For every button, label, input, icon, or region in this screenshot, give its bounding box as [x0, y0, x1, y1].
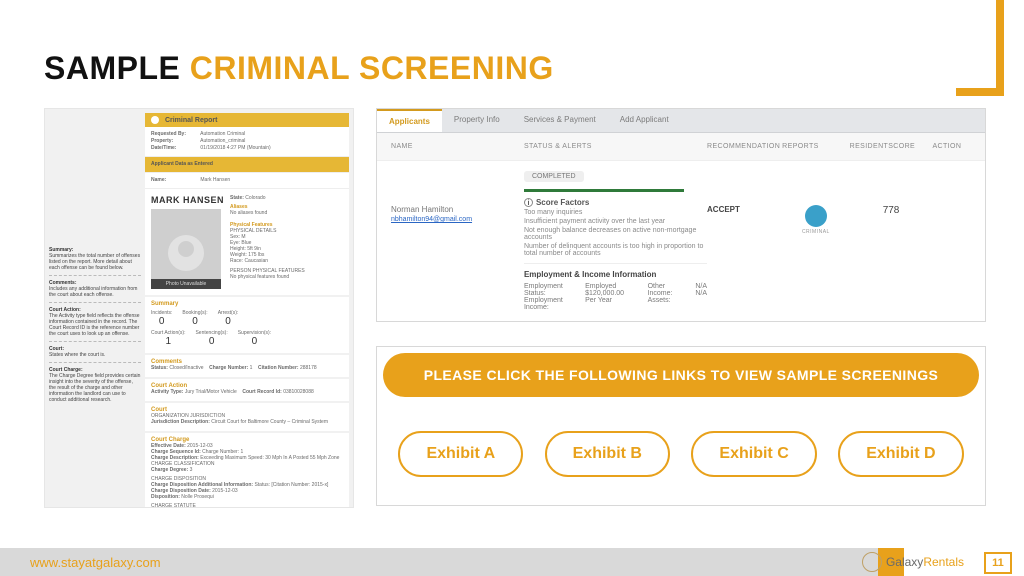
table-row: Norman Hamilton nbhamilton94@gmail.com C…: [377, 160, 985, 321]
criminal-report-preview: Summary: Summarizes the total number of …: [44, 108, 354, 508]
applicant-section-bar: Applicant Data as Entered: [145, 157, 349, 173]
applicant-name: Norman Hamilton: [391, 205, 524, 214]
exhibit-d-button[interactable]: Exhibit D: [838, 431, 963, 477]
page-number: 11: [984, 552, 1012, 574]
score-factors-list: Too many inquiries Insufficient payment …: [524, 209, 707, 257]
info-icon: i: [524, 198, 533, 207]
exhibit-a-button[interactable]: Exhibit A: [398, 431, 523, 477]
tab-services-payment[interactable]: Services & Payment: [512, 109, 608, 132]
screening-panel: Applicants Property Info Services & Paym…: [376, 108, 986, 322]
exhibit-b-button[interactable]: Exhibit B: [545, 431, 670, 477]
corner-rule: [956, 0, 1004, 96]
status-badge: COMPLETED: [524, 171, 584, 182]
cta-heading: PLEASE CLICK THE FOLLOWING LINKS TO VIEW…: [383, 353, 979, 397]
footer-url: www.stayatgalaxy.com: [0, 548, 878, 576]
resident-score-value: 778: [850, 205, 933, 216]
report-title-bar: Criminal Report: [145, 113, 349, 127]
tab-property-info[interactable]: Property Info: [442, 109, 512, 132]
tab-bar: Applicants Property Info Services & Paym…: [377, 109, 985, 133]
brand-logo-icon: [862, 552, 882, 572]
progress-bar: [524, 189, 684, 192]
photo-placeholder: Photo Unavailable: [151, 209, 221, 289]
report-meta: Requested By: Automation Criminal Proper…: [145, 127, 349, 157]
preview-side-notes: Summary: Summarizes the total number of …: [49, 247, 141, 403]
cta-panel: PLEASE CLICK THE FOLLOWING LINKS TO VIEW…: [376, 346, 986, 506]
report-label: CRIMINAL: [782, 229, 849, 235]
brand: GalaxyRentals: [862, 552, 964, 572]
exhibit-c-button[interactable]: Exhibit C: [691, 431, 816, 477]
tab-add-applicant[interactable]: Add Applicant: [608, 109, 681, 132]
applicant-email-link[interactable]: nbhamilton94@gmail.com: [391, 216, 472, 223]
lock-icon: [151, 116, 159, 124]
table-header: NAME STATUS & ALERTS RECOMMENDATION REPO…: [377, 133, 985, 160]
criminal-report-icon[interactable]: [805, 205, 827, 227]
employment-section: Employment & Income Information Employme…: [524, 263, 707, 311]
title-part-2: CRIMINAL SCREENING: [190, 50, 554, 86]
title-part-1: SAMPLE: [44, 50, 190, 86]
page-title: SAMPLE CRIMINAL SCREENING: [44, 50, 554, 87]
report-head: MARK HANSEN Photo Unavailable State: Col…: [145, 189, 349, 295]
applicant-name-large: MARK HANSEN: [151, 195, 224, 205]
tab-applicants[interactable]: Applicants: [377, 109, 442, 132]
person-icon: [168, 235, 204, 271]
score-factors-heading: iScore Factors: [524, 198, 707, 207]
recommendation-value: ACCEPT: [707, 205, 782, 214]
exhibit-buttons: Exhibit A Exhibit B Exhibit C Exhibit D: [377, 431, 985, 477]
